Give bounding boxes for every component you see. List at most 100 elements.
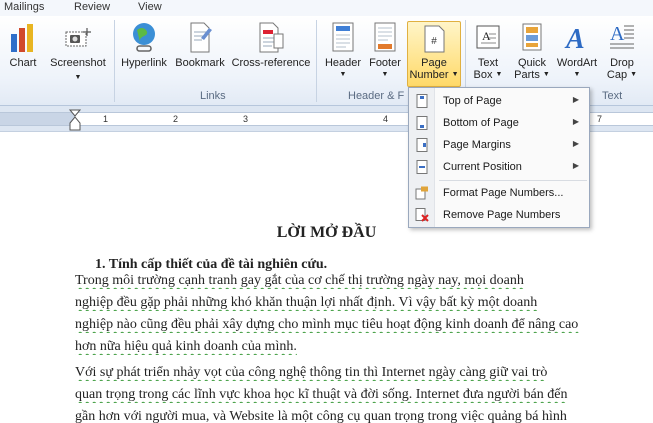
footer-icon <box>374 22 396 52</box>
cross-reference-button[interactable]: Cross-reference <box>230 20 312 69</box>
page-margins-icon <box>416 138 428 152</box>
menu-item-remove-page-numbers[interactable]: Remove Page Numbers <box>409 204 589 226</box>
ruler-number: 1 <box>103 114 109 124</box>
menu-item-label: Page Margins <box>443 139 511 151</box>
quick-parts-label-line2: Parts <box>514 69 540 81</box>
chevron-down-icon: ▼ <box>451 71 459 79</box>
svg-text:A: A <box>564 24 585 54</box>
submenu-arrow-icon: ▶ <box>572 139 579 148</box>
wordart-icon: A <box>564 24 585 54</box>
tab-review[interactable]: Review <box>74 1 110 13</box>
menu-item-label: Remove Page Numbers <box>443 209 561 221</box>
quick-parts-icon <box>522 23 542 51</box>
page-number-button[interactable]: # Page Number ▼ <box>407 21 461 87</box>
chart-icon <box>11 24 33 52</box>
paragraph-line: gần hơn với người mua, và Website là một… <box>75 409 567 423</box>
drop-cap-label-line1: Drop <box>610 57 634 69</box>
text-box-button[interactable]: A Text Box ▼ <box>470 20 506 81</box>
ruler-number: 2 <box>173 114 179 124</box>
page-number-label-line2: Number <box>409 69 449 81</box>
tab-mailings[interactable]: Mailings <box>4 1 44 13</box>
group-label-links: Links <box>200 90 226 102</box>
group-label-text: Text <box>602 90 623 102</box>
svg-text:#: # <box>431 36 437 47</box>
footer-label: Footer <box>369 57 401 69</box>
header-button[interactable]: Header ▼ <box>322 20 364 81</box>
menu-separator <box>439 180 587 181</box>
svg-text:A: A <box>482 29 491 43</box>
bookmark-label: Bookmark <box>175 57 225 69</box>
group-separator <box>316 20 317 102</box>
ruler-number: 7 <box>597 114 603 124</box>
group-label-header-footer: Header & F <box>348 90 405 102</box>
text-box-label-line1: Text <box>477 57 499 69</box>
submenu-arrow-icon: ▶ <box>572 95 579 104</box>
header-icon <box>332 22 354 52</box>
paragraph-line: quan trọng trong các lĩnh vực khoa học k… <box>75 387 568 402</box>
menu-item-label: Format Page Numbers... <box>443 187 564 199</box>
screenshot-label: Screenshot <box>50 57 106 69</box>
screenshot-icon <box>65 28 91 47</box>
ruler-margin <box>0 112 75 126</box>
bookmark-button[interactable]: Bookmark <box>172 20 228 69</box>
menu-item-current-position[interactable]: Current Position ▶ <box>409 156 589 178</box>
menu-item-label: Top of Page <box>443 95 502 107</box>
page-number-icon: # <box>424 25 445 53</box>
paragraph-line: nghiệp nào cũng đều phải xây dựng cho mì… <box>75 317 579 332</box>
drop-cap-button[interactable]: A Drop Cap ▼ <box>604 20 640 81</box>
drop-cap-icon: A <box>610 23 634 49</box>
page-number-menu: Top of Page ▶ Bottom of Page ▶ Page Marg… <box>408 87 590 228</box>
chevron-down-icon: ▼ <box>74 74 82 81</box>
menu-item-page-margins[interactable]: Page Margins ▶ <box>409 134 589 156</box>
group-separator <box>114 20 115 102</box>
chevron-down-icon: ▼ <box>542 71 550 79</box>
text-box-label-line2: Box <box>473 69 493 81</box>
current-position-icon <box>416 160 428 174</box>
submenu-arrow-icon: ▶ <box>572 161 579 170</box>
cross-reference-icon <box>259 22 284 53</box>
drop-cap-label-line2: Cap <box>606 69 628 81</box>
bookmark-icon <box>190 22 212 53</box>
quick-parts-button[interactable]: Quick Parts ▼ <box>512 20 552 81</box>
tab-view[interactable]: View <box>138 1 162 13</box>
submenu-arrow-icon: ▶ <box>572 117 579 126</box>
indent-marker-icon[interactable] <box>69 109 81 131</box>
ribbon-tab-strip: Mailings Review View <box>0 0 653 16</box>
page-bottom-icon <box>416 116 428 130</box>
chart-button[interactable]: Chart <box>6 20 40 69</box>
wordart-button[interactable]: A WordArt ▼ <box>554 20 600 81</box>
paragraph-line: hơn nữa hiệu quả kinh doanh của mình. <box>75 339 297 354</box>
hyperlink-button[interactable]: Hyperlink <box>118 20 170 69</box>
hyperlink-globe-icon <box>133 23 155 52</box>
svg-text:A: A <box>610 23 625 45</box>
chevron-down-icon: ▼ <box>495 71 503 79</box>
wordart-label: WordArt <box>556 57 598 69</box>
chevron-down-icon: ▼ <box>573 71 581 78</box>
page-top-icon <box>416 94 428 108</box>
paragraph-line: nghiệp đều gặp phải những khó khăn thuận… <box>75 295 538 310</box>
format-numbers-icon <box>415 186 428 200</box>
hyperlink-label: Hyperlink <box>121 57 167 69</box>
document-heading: 1. Tính cấp thiết của đề tài nghiên cứu. <box>95 257 328 272</box>
menu-item-top-of-page[interactable]: Top of Page ▶ <box>409 90 589 112</box>
menu-item-label: Bottom of Page <box>443 117 519 129</box>
menu-item-format-page-numbers[interactable]: Format Page Numbers... <box>409 182 589 204</box>
screenshot-button[interactable]: Screenshot ▼ <box>46 20 110 84</box>
cross-reference-label: Cross-reference <box>231 57 311 69</box>
paragraph-line: Với sự phát triển nhảy vọt của công nghệ… <box>75 365 548 380</box>
remove-numbers-icon <box>415 208 429 222</box>
ruler-number: 3 <box>243 114 249 124</box>
header-label: Header <box>324 57 362 69</box>
menu-item-label: Current Position <box>443 161 522 173</box>
chevron-down-icon: ▼ <box>381 71 389 78</box>
chevron-down-icon: ▼ <box>339 71 347 78</box>
menu-item-bottom-of-page[interactable]: Bottom of Page ▶ <box>409 112 589 134</box>
chart-label: Chart <box>9 57 37 69</box>
footer-button[interactable]: Footer ▼ <box>366 20 404 81</box>
text-box-icon: A <box>476 25 500 49</box>
ruler-number: 4 <box>383 114 389 124</box>
quick-parts-label-line1: Quick <box>517 57 547 69</box>
chevron-down-icon: ▼ <box>630 71 638 79</box>
page-number-label-line1: Page <box>421 57 447 69</box>
paragraph-line: Trong môi trường cạnh tranh gay gắt của … <box>75 273 524 288</box>
